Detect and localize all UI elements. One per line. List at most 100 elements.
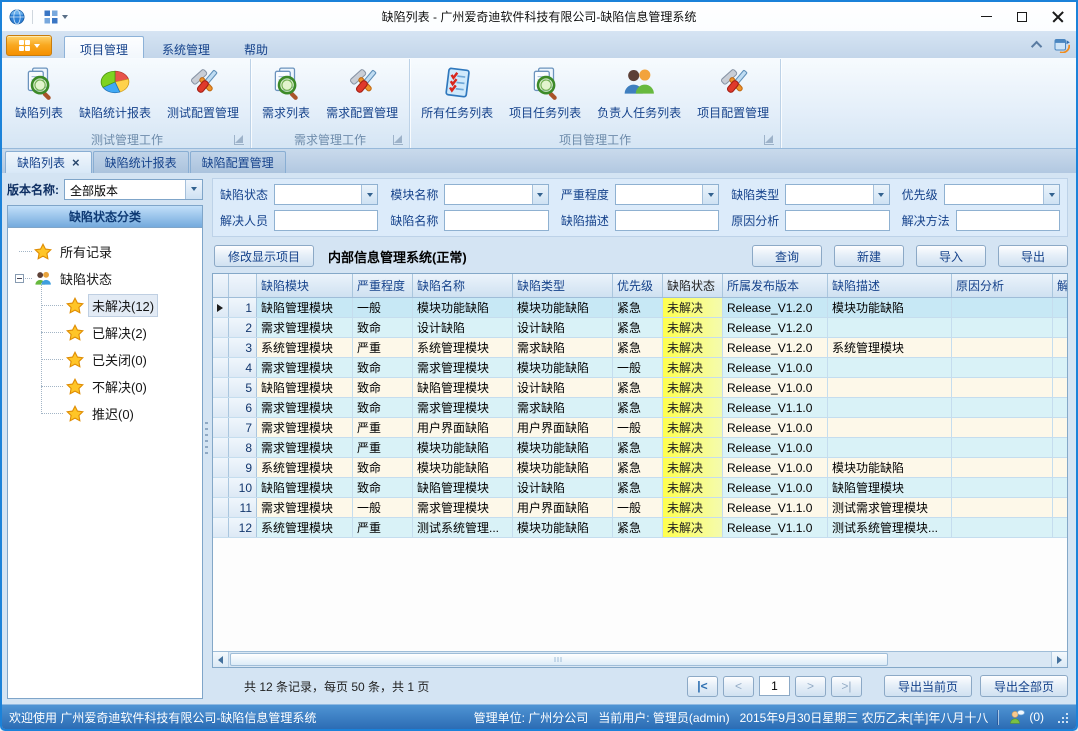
table-row[interactable]: 5缺陷管理模块致命缺陷管理模块设计缺陷紧急未解决Release_V1.0.0 bbox=[213, 378, 1067, 398]
column-header-2[interactable]: 严重程度 bbox=[353, 274, 413, 297]
pager-next-button[interactable]: > bbox=[795, 676, 826, 697]
dropdown-button[interactable] bbox=[873, 185, 889, 204]
tree-node-closed[interactable]: 已关闭(0) bbox=[10, 346, 200, 373]
ribbon-button-all-task-list[interactable]: 所有任务列表 bbox=[413, 62, 501, 123]
ribbon-button-defect-stat-report[interactable]: 缺陷统计报表 bbox=[71, 62, 159, 123]
table-row[interactable]: 8需求管理模块严重模块功能缺陷模块功能缺陷紧急未解决Release_V1.0.0 bbox=[213, 438, 1067, 458]
user-message-icon bbox=[1009, 709, 1025, 725]
column-header-4[interactable]: 缺陷类型 bbox=[513, 274, 613, 297]
dropdown-button[interactable] bbox=[1043, 185, 1059, 204]
new-button[interactable]: 新建 bbox=[834, 245, 904, 267]
filter-resolver-input[interactable] bbox=[274, 210, 378, 231]
expand-collapse-icon[interactable] bbox=[15, 274, 24, 283]
scrollbar-thumb[interactable] bbox=[230, 653, 888, 666]
column-header-5[interactable]: 优先级 bbox=[613, 274, 663, 297]
table-row[interactable]: 10缺陷管理模块致命缺陷管理模块设计缺陷紧急未解决Release_V1.0.0缺… bbox=[213, 478, 1067, 498]
tree-node-all-records[interactable]: 所有记录 bbox=[10, 238, 200, 265]
export-all-pages-button[interactable]: 导出全部页 bbox=[980, 675, 1068, 697]
table-cell: Release_V1.0.0 bbox=[723, 478, 828, 497]
dropdown-button[interactable] bbox=[361, 185, 377, 204]
ribbon-button-defect-list[interactable]: 缺陷列表 bbox=[7, 62, 71, 123]
maximize-button[interactable] bbox=[1004, 2, 1040, 31]
row-indicator-cell bbox=[213, 518, 229, 537]
doc-tab-defect-list[interactable]: 缺陷列表× bbox=[5, 151, 92, 173]
version-select-dropdown-button[interactable] bbox=[185, 180, 202, 199]
export-button[interactable]: 导出 bbox=[998, 245, 1068, 267]
dropdown-button[interactable] bbox=[702, 185, 718, 204]
ribbon-button-requirement-config-mgmt[interactable]: 需求配置管理 bbox=[318, 62, 406, 123]
table-row[interactable]: 1缺陷管理模块一般模块功能缺陷模块功能缺陷紧急未解决Release_V1.2.0… bbox=[213, 298, 1067, 318]
tree-node-postponed[interactable]: 推迟(0) bbox=[10, 400, 200, 427]
table-cell: 需求管理模块 bbox=[413, 358, 513, 377]
ribbon-tab[interactable]: 项目管理 bbox=[64, 36, 144, 58]
table-row[interactable]: 7需求管理模块严重用户界面缺陷用户界面缺陷一般未解决Release_V1.0.0 bbox=[213, 418, 1067, 438]
table-row[interactable]: 9系统管理模块致命模块功能缺陷模块功能缺陷紧急未解决Release_V1.0.0… bbox=[213, 458, 1067, 478]
pager-last-button[interactable]: >| bbox=[831, 676, 862, 697]
tree-node-defect-status[interactable]: 缺陷状态 bbox=[10, 265, 200, 292]
search-button[interactable]: 查询 bbox=[752, 245, 822, 267]
scrollbar-track[interactable] bbox=[229, 652, 1051, 667]
minimize-icon bbox=[981, 16, 992, 18]
table-row[interactable]: 6需求管理模块致命需求管理模块需求缺陷紧急未解决Release_V1.1.0 bbox=[213, 398, 1067, 418]
filter-defect-name-input[interactable] bbox=[444, 210, 548, 231]
table-row[interactable]: 3系统管理模块严重系统管理模块需求缺陷紧急未解决Release_V1.2.0系统… bbox=[213, 338, 1067, 358]
tree-node-wont-fix[interactable]: 不解决(0) bbox=[10, 373, 200, 400]
dropdown-button[interactable] bbox=[532, 185, 548, 204]
ribbon-button-project-task-list[interactable]: 项目任务列表 bbox=[501, 62, 589, 123]
ribbon-button-owner-task-list[interactable]: 负责人任务列表 bbox=[589, 62, 689, 123]
table-row[interactable]: 11需求管理模块一般需求管理模块用户界面缺陷一般未解决Release_V1.1.… bbox=[213, 498, 1067, 518]
filter-defect-desc-input[interactable] bbox=[615, 210, 719, 231]
filter-defect-type-select[interactable] bbox=[785, 184, 889, 205]
minimize-button[interactable] bbox=[968, 2, 1004, 31]
pager-first-button[interactable]: |< bbox=[687, 676, 718, 697]
column-header-9[interactable]: 原因分析 bbox=[952, 274, 1053, 297]
close-tab-icon[interactable]: × bbox=[72, 158, 80, 168]
column-header-1[interactable]: 缺陷模块 bbox=[257, 274, 353, 297]
filter-defect-status-select[interactable] bbox=[274, 184, 378, 205]
doc-tab-defect-config-mgmt[interactable]: 缺陷配置管理 bbox=[190, 151, 286, 173]
message-badge[interactable]: (0) bbox=[1009, 709, 1044, 725]
page-number-input[interactable] bbox=[759, 676, 790, 696]
resize-grip-icon[interactable] bbox=[1056, 711, 1069, 724]
filter-cause-analysis-input[interactable] bbox=[785, 210, 889, 231]
filter-priority-select[interactable] bbox=[944, 184, 1060, 205]
tree-node-unresolved[interactable]: 未解决(12) bbox=[10, 292, 200, 319]
column-header-7[interactable]: 所属发布版本 bbox=[723, 274, 828, 297]
column-header-10[interactable]: 解决方法 bbox=[1053, 274, 1067, 297]
table-row[interactable]: 2需求管理模块致命设计缺陷设计缺陷紧急未解决Release_V1.2.0 bbox=[213, 318, 1067, 338]
filter-solution-input[interactable] bbox=[956, 210, 1060, 231]
skin-selector-icon[interactable] bbox=[1054, 37, 1070, 53]
scroll-right-button[interactable] bbox=[1051, 652, 1067, 667]
version-select[interactable]: 全部版本 bbox=[64, 179, 203, 200]
export-current-page-button[interactable]: 导出当前页 bbox=[884, 675, 972, 697]
table-row[interactable]: 4需求管理模块致命需求管理模块模块功能缺陷一般未解决Release_V1.0.0 bbox=[213, 358, 1067, 378]
dialog-launcher-icon[interactable] bbox=[764, 135, 774, 145]
pager-prev-button[interactable]: < bbox=[723, 676, 754, 697]
ribbon-button-project-config-mgmt[interactable]: 项目配置管理 bbox=[689, 62, 777, 123]
column-header-6[interactable]: 缺陷状态 bbox=[663, 274, 723, 297]
table-row[interactable]: 12系统管理模块严重测试系统管理...模块功能缺陷紧急未解决Release_V1… bbox=[213, 518, 1067, 538]
maximize-icon bbox=[1017, 12, 1027, 22]
scroll-left-button[interactable] bbox=[213, 652, 229, 667]
ribbon-button-test-config-mgmt[interactable]: 测试配置管理 bbox=[159, 62, 247, 123]
quick-access-toolbar-button[interactable] bbox=[40, 7, 71, 27]
collapse-ribbon-icon[interactable] bbox=[1031, 41, 1042, 52]
import-button[interactable]: 导入 bbox=[916, 245, 986, 267]
modify-display-items-button[interactable]: 修改显示项目 bbox=[214, 245, 314, 267]
column-header-8[interactable]: 缺陷描述 bbox=[828, 274, 952, 297]
doc-tab-defect-stat-report[interactable]: 缺陷统计报表 bbox=[93, 151, 189, 173]
application-menu-button[interactable] bbox=[6, 35, 52, 56]
filter-label-module-name: 模块名称 bbox=[390, 186, 438, 203]
column-header-3[interactable]: 缺陷名称 bbox=[413, 274, 513, 297]
panel-splitter[interactable] bbox=[203, 173, 210, 704]
horizontal-scrollbar[interactable] bbox=[213, 651, 1067, 667]
tree-node-resolved[interactable]: 已解决(2) bbox=[10, 319, 200, 346]
ribbon-button-requirement-list[interactable]: 需求列表 bbox=[254, 62, 318, 123]
close-button[interactable] bbox=[1040, 2, 1076, 31]
dialog-launcher-icon[interactable] bbox=[234, 135, 244, 145]
filter-module-name-select[interactable] bbox=[444, 184, 548, 205]
dialog-launcher-icon[interactable] bbox=[393, 135, 403, 145]
ribbon-tab[interactable]: 帮助 bbox=[228, 36, 284, 58]
ribbon-tab[interactable]: 系统管理 bbox=[146, 36, 226, 58]
filter-severity-select[interactable] bbox=[615, 184, 719, 205]
